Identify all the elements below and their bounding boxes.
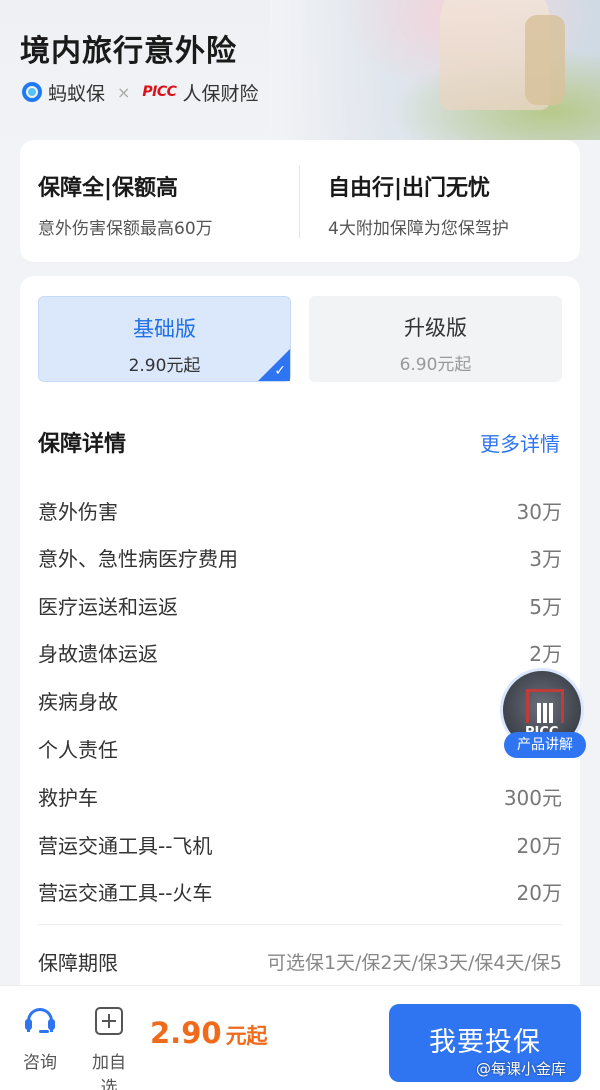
coverage-card: 基础版 2.90元起 ✓ 升级版 6.90元起 保障详情 更多详情 意外伤害 3… bbox=[20, 276, 580, 1076]
feature-subtitle: 意外伤害保额最高60万 bbox=[38, 219, 213, 239]
period-label: 保障期限 bbox=[38, 950, 118, 975]
picc-logo: PICC bbox=[142, 84, 177, 100]
watermark: @每课小金库 bbox=[476, 1060, 567, 1078]
coverage-row: 意外、急性病医疗费用 3万 bbox=[38, 542, 562, 572]
brand-left: 蚂蚁保 bbox=[48, 82, 106, 105]
coverage-label: 意外伤害 bbox=[38, 499, 118, 524]
section-divider bbox=[38, 924, 562, 925]
feature-title: 自由行|出门无忧 bbox=[328, 176, 491, 201]
feature-subtitle: 4大附加保障为您保驾护 bbox=[328, 219, 509, 239]
brand-right: 人保财险 bbox=[182, 82, 259, 105]
plan-price: 6.90元起 bbox=[399, 355, 472, 375]
plan-price: 2.90元起 bbox=[128, 356, 201, 376]
features-card: 保障全|保额高 意外伤害保额最高60万 自由行|出门无忧 4大附加保障为您保驾护 bbox=[20, 140, 580, 262]
feature-divider bbox=[299, 166, 300, 238]
coverage-value: 20万 bbox=[516, 880, 562, 905]
coverage-row: 营运交通工具--飞机 20万 bbox=[38, 829, 562, 859]
coverage-value: 20万 bbox=[516, 833, 562, 858]
headset-icon bbox=[25, 1008, 55, 1034]
price-number: 2.90 bbox=[150, 1016, 222, 1050]
coverage-row: 营运交通工具--火车 20万 bbox=[38, 876, 562, 906]
plan-upgrade-option[interactable]: 升级版 6.90元起 bbox=[309, 296, 562, 382]
period-options: 可选保1天/保2天/保3天/保4天/保5 bbox=[266, 951, 562, 974]
coverage-value: 5万 bbox=[529, 594, 562, 619]
coverage-row: 疾病身故 bbox=[38, 685, 562, 715]
price-unit: 元起 bbox=[225, 1024, 268, 1048]
consult-button[interactable]: 咨询 bbox=[15, 1004, 65, 1073]
feature-item: 保障全|保额高 意外伤害保额最高60万 bbox=[38, 170, 213, 239]
brand-line: 蚂蚁保 × PICC 人保财险 bbox=[22, 80, 259, 105]
add-icon-wrap bbox=[84, 1004, 134, 1038]
coverage-label: 疾病身故 bbox=[38, 689, 118, 714]
coverage-row: 救护车 300元 bbox=[38, 781, 562, 811]
hero-banner bbox=[0, 0, 600, 150]
coverage-value: 300元 bbox=[503, 785, 562, 810]
coverage-row: 身故遗体运返 2万 bbox=[38, 637, 562, 667]
coverage-label: 个人责任 bbox=[38, 737, 118, 762]
plus-square-icon bbox=[95, 1007, 123, 1035]
coverage-label: 救护车 bbox=[38, 785, 98, 810]
coverage-value: 30万 bbox=[516, 499, 562, 524]
checkmark-icon: ✓ bbox=[274, 363, 286, 379]
consult-icon-wrap bbox=[15, 1004, 65, 1038]
coverage-label: 医疗运送和运返 bbox=[38, 594, 178, 619]
brand-separator: × bbox=[117, 82, 131, 102]
period-row[interactable]: 保障期限 可选保1天/保2天/保3天/保4天/保5 bbox=[38, 946, 562, 976]
more-details-link[interactable]: 更多详情 bbox=[480, 428, 560, 457]
product-explain-badge[interactable]: PICC 产品讲解 bbox=[500, 668, 586, 764]
coverage-value: 2万 bbox=[529, 641, 562, 666]
coverage-row: 个人责任 bbox=[38, 733, 562, 763]
add-watchlist-label: 加自选 bbox=[92, 1053, 126, 1090]
coverage-value: 3万 bbox=[529, 546, 562, 571]
product-explain-label: 产品讲解 bbox=[504, 732, 586, 758]
feature-title: 保障全|保额高 bbox=[38, 176, 179, 201]
antbao-logo-icon bbox=[22, 82, 42, 102]
coverage-label: 身故遗体运返 bbox=[38, 641, 158, 666]
plan-name: 基础版 bbox=[133, 317, 196, 341]
plan-basic-option[interactable]: 基础版 2.90元起 ✓ bbox=[38, 296, 291, 382]
add-watchlist-button[interactable]: 加自选 bbox=[84, 1004, 134, 1090]
coverage-label: 营运交通工具--火车 bbox=[38, 880, 213, 905]
feature-item: 自由行|出门无忧 4大附加保障为您保驾护 bbox=[328, 170, 509, 239]
page-title: 境内旅行意外险 bbox=[20, 34, 237, 69]
coverage-row: 意外伤害 30万 bbox=[38, 495, 562, 525]
backpack-shape bbox=[525, 15, 565, 105]
picc-pillars-icon bbox=[537, 703, 553, 723]
coverage-heading: 保障详情 bbox=[38, 432, 127, 457]
consult-label: 咨询 bbox=[23, 1053, 57, 1073]
coverage-label: 营运交通工具--飞机 bbox=[38, 833, 213, 858]
coverage-row: 医疗运送和运返 5万 bbox=[38, 590, 562, 620]
hero-image bbox=[270, 0, 600, 140]
coverage-label: 意外、急性病医疗费用 bbox=[38, 546, 238, 571]
bottom-price: 2.90 元起 bbox=[150, 1016, 268, 1050]
plan-name: 升级版 bbox=[404, 316, 467, 340]
